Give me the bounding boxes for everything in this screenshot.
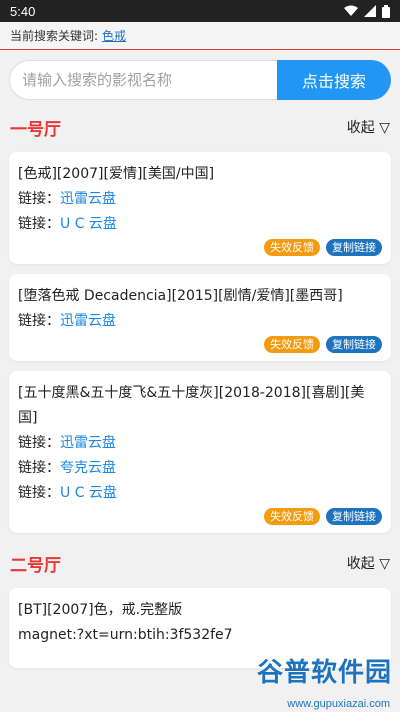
section-hall-1: 一号厅 收起 ▽ [色戒][2007][爱情][美国/中国] 链接：迅雷云盘 链… [0,107,400,533]
keyword-bar: 当前搜索关键词: 色戒 [0,22,400,50]
copy-link-button[interactable]: 复制链接 [326,336,382,353]
feedback-button[interactable]: 失效反馈 [264,239,320,256]
section-title: 二号厅 [10,555,61,576]
link-label: 链接： [18,485,60,501]
search-button[interactable]: 点击搜索 [277,60,391,100]
result-card: [色戒][2007][爱情][美国/中国] 链接：迅雷云盘 链接：U C 云盘 … [9,152,391,264]
card-title: [BT][2007]色，戒.完整版 [18,602,183,618]
status-bar: 5:40 [0,0,400,22]
collapse-button[interactable]: 收起 ▽ [347,553,390,573]
link-xunlei[interactable]: 迅雷云盘 [60,435,116,451]
keyword-label: 当前搜索关键词: [10,29,99,43]
search-input[interactable] [9,60,277,100]
link-label: 链接： [18,216,60,232]
link-quark[interactable]: 夸克云盘 [60,460,116,476]
section-header: 一号厅 收起 ▽ [0,107,400,147]
card-actions: 失效反馈 复制链接 [18,336,382,353]
card-actions: 失效反馈 复制链接 [18,508,382,525]
keyword-link[interactable]: 色戒 [102,27,126,44]
card-title: [五十度黑&五十度飞&五十度灰][2018-2018][喜剧][美国] [18,385,365,426]
card-actions: 失效反馈 复制链接 [18,239,382,256]
card-title: [堕落色戒 Decadencia][2015][剧情/爱情][墨西哥] [18,288,343,304]
wifi-icon [344,5,358,16]
collapse-button[interactable]: 收起 ▽ [347,117,390,137]
link-row: 链接：夸克云盘 [18,456,382,481]
result-card: [堕落色戒 Decadencia][2015][剧情/爱情][墨西哥] 链接：迅… [9,274,391,361]
copy-link-button[interactable]: 复制链接 [326,239,382,256]
status-icons [344,4,390,18]
section-header: 二号厅 收起 ▽ [0,543,400,583]
section-title: 一号厅 [10,119,61,140]
link-xunlei[interactable]: 迅雷云盘 [60,191,116,207]
link-label: 链接： [18,435,60,451]
link-row: 链接：U C 云盘 [18,481,382,506]
result-card: [五十度黑&五十度飞&五十度灰][2018-2018][喜剧][美国] 链接：迅… [9,371,391,533]
feedback-button[interactable]: 失效反馈 [264,336,320,353]
status-time: 5:40 [10,3,36,19]
signal-icon [364,5,376,17]
card-title: [色戒][2007][爱情][美国/中国] [18,166,215,182]
link-label: 链接： [18,460,60,476]
search-row: 点击搜索 [9,60,391,100]
link-row: 链接：迅雷云盘 [18,431,382,456]
link-label: 链接： [18,191,60,207]
link-label: 链接： [18,313,60,329]
battery-icon [382,4,390,18]
watermark-url: www.gupuxiazai.com [287,698,390,710]
link-row: 链接：迅雷云盘 [18,187,382,212]
link-xunlei[interactable]: 迅雷云盘 [60,313,116,329]
link-uc[interactable]: U C 云盘 [60,485,117,501]
feedback-button[interactable]: 失效反馈 [264,508,320,525]
link-row: 链接：迅雷云盘 [18,309,382,334]
magnet-link[interactable]: magnet:?xt=urn:btih:3f532fe7 [18,623,382,648]
watermark-logo: 谷普软件园 www.gupuxiazai.com [218,652,398,712]
copy-link-button[interactable]: 复制链接 [326,508,382,525]
link-row: 链接：U C 云盘 [18,212,382,237]
section-hall-2: 二号厅 收起 ▽ [BT][2007]色，戒.完整版 magnet:?xt=ur… [0,543,400,668]
watermark-text: 谷普软件园 [256,658,392,688]
link-uc[interactable]: U C 云盘 [60,216,117,232]
